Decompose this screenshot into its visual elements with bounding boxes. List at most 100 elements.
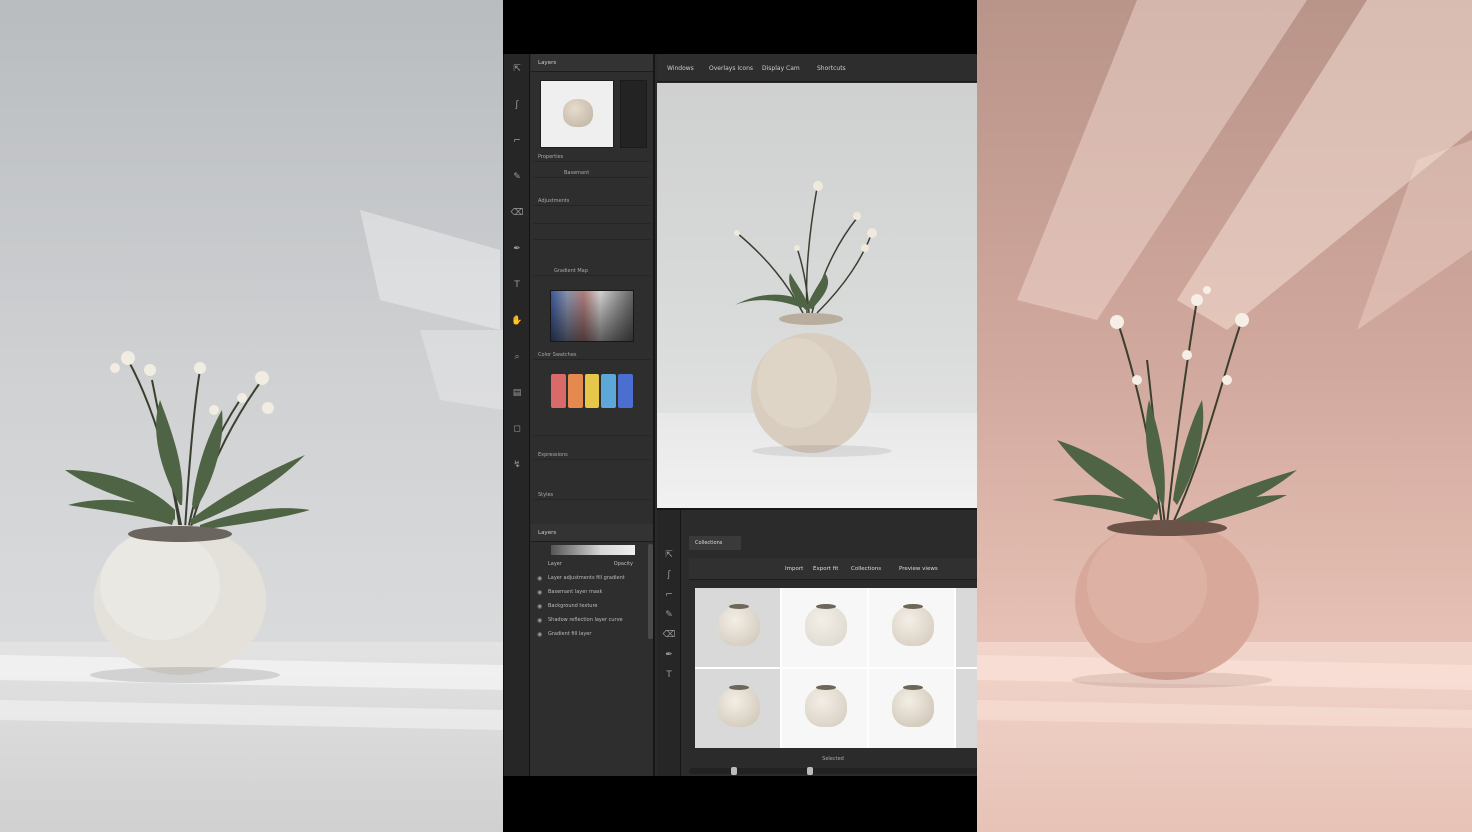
type-icon[interactable]: T xyxy=(661,670,677,681)
color-swatch[interactable] xyxy=(584,374,600,408)
gradient-map-label: Gradient Map xyxy=(554,268,588,274)
right-photo-panel xyxy=(977,0,1472,832)
panel-header-label: Layers xyxy=(538,60,557,66)
collections-button[interactable]: Collections xyxy=(851,566,881,572)
vase-thumbnail xyxy=(718,685,760,727)
thumbnail-cell[interactable] xyxy=(956,588,977,667)
layer-row[interactable]: ◉ Basemant layer mask xyxy=(537,586,645,599)
collections-tab-label: Collections xyxy=(695,540,723,546)
vase-thumbnail xyxy=(718,604,760,646)
layer-row[interactable]: ◉ Gradient fill layer xyxy=(537,628,645,641)
adjustments-row[interactable]: Adjustments xyxy=(534,196,650,206)
layer-row-label: Background texture xyxy=(548,603,598,609)
visibility-eye-icon[interactable]: ◉ xyxy=(537,586,542,599)
lasso-icon[interactable]: ʃ xyxy=(509,100,525,111)
shape-icon[interactable]: ◻ xyxy=(509,424,525,435)
color-swatches-row[interactable]: Color Swatches xyxy=(534,350,650,360)
adjustments-label: Adjustments xyxy=(538,198,570,204)
thumbnail-cell[interactable] xyxy=(782,588,867,667)
layers-scrollbar[interactable] xyxy=(648,544,653,639)
left-plant-illustration xyxy=(0,210,503,730)
layer-row-label: Shadow reflection layer curve xyxy=(548,617,623,623)
visibility-eye-icon[interactable]: ◉ xyxy=(537,628,542,641)
canvas-vase-image xyxy=(734,181,892,457)
panel-header[interactable]: Layers xyxy=(531,54,653,72)
navigator-box xyxy=(620,80,647,148)
gradient-preview[interactable] xyxy=(550,290,634,342)
menu-shortcuts[interactable]: Shortcuts xyxy=(817,65,846,72)
layers-tab-label: Layers xyxy=(538,530,557,536)
thumbnail-cell[interactable] xyxy=(869,669,954,748)
lasso-icon[interactable]: ʃ xyxy=(661,570,677,581)
crop-icon[interactable]: ⌐ xyxy=(509,136,525,147)
layer-row[interactable]: ◉ Shadow reflection layer curve xyxy=(537,614,645,627)
opacity-gradient-bar[interactable] xyxy=(551,545,635,555)
properties-row[interactable]: Properties xyxy=(534,152,650,162)
layers-tab[interactable]: Layers xyxy=(531,524,653,542)
layer-list-header: Layer Opacity xyxy=(537,558,645,571)
visibility-eye-icon[interactable]: ◉ xyxy=(537,614,542,627)
menu-overlays[interactable]: Overlays Icons xyxy=(709,65,753,72)
eraser-icon[interactable]: ⌫ xyxy=(661,630,677,641)
vase-thumbnail xyxy=(892,685,934,727)
color-swatch[interactable] xyxy=(618,374,633,408)
move-icon[interactable]: ⇱ xyxy=(661,550,677,561)
layer-row[interactable]: ◉ Layer adjustments fill gradient xyxy=(537,572,645,585)
hand-icon[interactable]: ✋ xyxy=(509,316,525,327)
move-icon[interactable]: ⇱ xyxy=(509,64,525,75)
status-text: Selected xyxy=(822,756,844,762)
gradient-map-row[interactable]: Gradient Map xyxy=(534,266,650,276)
layer-row-label: Basemant layer mask xyxy=(548,589,603,595)
properties-label: Properties xyxy=(538,154,564,160)
tools-panel: ⇱ ʃ ⌐ ✎ ⌫ ✒ T ✋ ⌕ ▤ ◻ ↯ xyxy=(504,54,530,776)
pen-icon[interactable]: ✒ xyxy=(509,244,525,255)
zoom-icon[interactable]: ⌕ xyxy=(509,352,525,363)
menu-display[interactable]: Display Cam xyxy=(762,65,800,72)
vase-thumbnail xyxy=(805,604,847,646)
thumbnail-cell[interactable] xyxy=(695,588,780,667)
color-swatches-label: Color Swatches xyxy=(538,352,577,358)
brush-icon[interactable]: ✎ xyxy=(509,172,525,183)
import-button[interactable]: Import xyxy=(785,566,803,572)
zoom-slider[interactable] xyxy=(689,767,977,775)
crop-icon[interactable]: ⌐ xyxy=(661,590,677,601)
styles-row[interactable]: Styles xyxy=(534,490,650,500)
brush-icon[interactable]: ✎ xyxy=(661,610,677,621)
thumbnail-cell[interactable] xyxy=(782,669,867,748)
collections-tab[interactable]: Collections xyxy=(689,536,741,550)
color-swatch[interactable] xyxy=(567,374,583,408)
visibility-eye-icon[interactable]: ◉ xyxy=(537,572,542,585)
opacity-column-label: Opacity xyxy=(613,561,633,567)
browser-toolbar: Import Export fit Collections Preview vi… xyxy=(689,558,977,580)
visibility-eye-icon[interactable]: ◉ xyxy=(537,600,542,613)
layer-thumbnail[interactable] xyxy=(540,80,614,148)
thumbnail-grid xyxy=(695,588,977,748)
expressions-row[interactable]: Expressions xyxy=(534,450,650,460)
pen-icon[interactable]: ✒ xyxy=(661,650,677,661)
side-panels: Layers Properties Basemant Adjustments G… xyxy=(531,54,655,776)
swatch-strip xyxy=(551,374,633,408)
thumbnail-cell[interactable] xyxy=(956,669,977,748)
type-icon[interactable]: T xyxy=(509,280,525,291)
adjustment-controls-2[interactable] xyxy=(534,230,650,240)
export-button[interactable]: Export fit xyxy=(813,566,838,572)
image-canvas[interactable] xyxy=(657,83,977,508)
thumbnail-cell[interactable] xyxy=(869,588,954,667)
layer-name: Basemant xyxy=(564,170,590,176)
vase-thumbnail xyxy=(892,604,934,646)
path-icon[interactable]: ↯ xyxy=(509,460,525,471)
eraser-icon[interactable]: ⌫ xyxy=(509,208,525,219)
preview-button[interactable]: Preview views xyxy=(899,566,938,572)
thumbnail-cell[interactable] xyxy=(695,669,780,748)
gradient-icon[interactable]: ▤ xyxy=(509,388,525,399)
layer-name-row[interactable]: Basemant xyxy=(534,168,650,178)
color-swatch[interactable] xyxy=(551,374,566,408)
menu-windows[interactable]: Windows xyxy=(667,65,694,72)
content-browser: ⇱ ʃ ⌐ ✎ ⌫ ✒ T Collections Import Export fit Co… xyxy=(657,508,977,776)
right-plant-illustration xyxy=(977,0,1472,728)
brush-controls[interactable] xyxy=(534,426,650,436)
layer-row[interactable]: ◉ Background texture xyxy=(537,600,645,613)
editor-window: ⇱ ʃ ⌐ ✎ ⌫ ✒ T ✋ ⌕ ▤ ◻ ↯ Layers Properties Basemant … xyxy=(503,54,977,776)
color-swatch[interactable] xyxy=(601,374,617,408)
adjustment-controls[interactable] xyxy=(534,214,650,224)
